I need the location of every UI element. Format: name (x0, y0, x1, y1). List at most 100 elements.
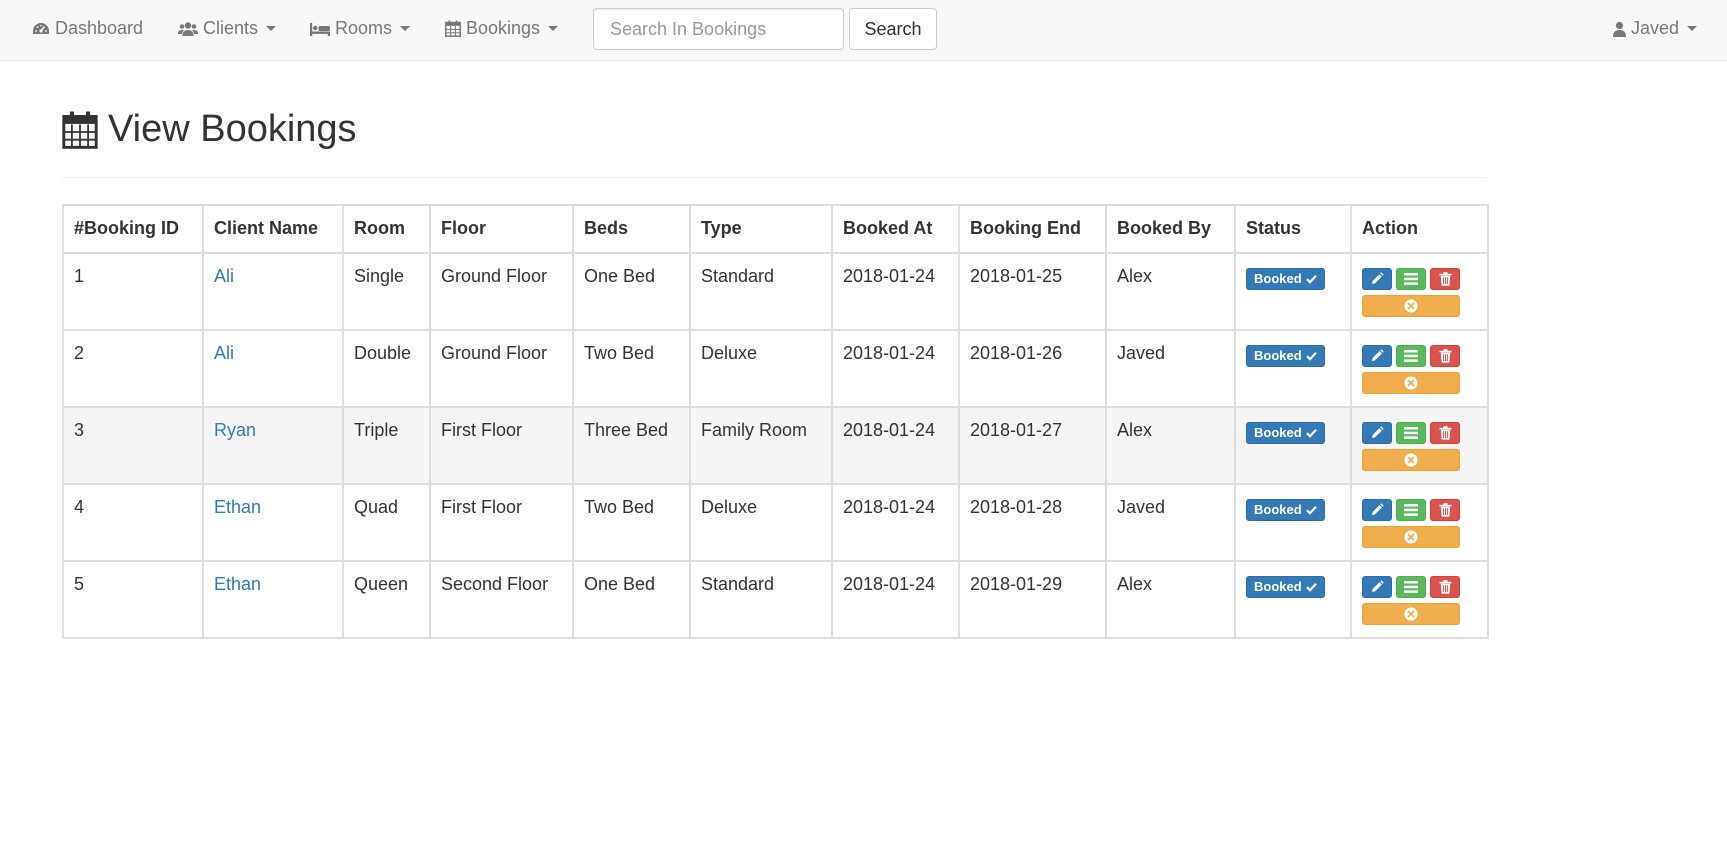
nav-dashboard-label: Dashboard (55, 18, 144, 38)
room-cell: Single (342, 252, 431, 331)
booking-details-button[interactable] (1396, 268, 1426, 290)
status-badge: Booked (1246, 576, 1325, 598)
booked-at-cell: 2018-01-24 (831, 329, 960, 408)
pencil-icon (1372, 272, 1384, 284)
status-cell: Booked (1234, 560, 1352, 639)
table-row: 5 Ethan Queen Second Floor One Bed Standard 20… (62, 560, 1489, 639)
type-cell: Deluxe (689, 483, 833, 562)
cancel-booking-button[interactable] (1362, 449, 1460, 471)
booking-id-cell: 3 (62, 406, 204, 485)
table-row: 4 Ethan Quad First Floor Two Bed Deluxe 2018-0… (62, 483, 1489, 562)
cancel-booking-button[interactable] (1362, 372, 1460, 394)
room-cell: Queen (342, 560, 431, 639)
client-name-link[interactable]: Ethan (214, 574, 261, 594)
cancel-booking-button[interactable] (1362, 603, 1460, 625)
booked-by-cell: Alex (1105, 560, 1236, 639)
delete-booking-button[interactable] (1430, 345, 1460, 367)
trash-icon (1439, 272, 1451, 286)
action-buttons-row (1362, 268, 1477, 290)
delete-booking-button[interactable] (1430, 268, 1460, 290)
table-row: 3 Ryan Triple First Floor Three Bed Family Ro… (62, 406, 1489, 485)
user-menu-label: Javed (1631, 18, 1680, 38)
check-icon (1305, 506, 1317, 515)
action-buttons-row (1362, 499, 1477, 521)
page-header: View Bookings (62, 108, 357, 151)
status-badge: Booked (1246, 345, 1325, 367)
column-header: Booking End (958, 204, 1107, 254)
booking-details-button[interactable] (1396, 422, 1426, 444)
type-cell: Standard (689, 560, 833, 639)
calendar-icon (445, 20, 461, 37)
client-name-link[interactable]: Ali (214, 343, 234, 363)
booking-end-cell: 2018-01-27 (958, 406, 1107, 485)
status-cell: Booked (1234, 252, 1352, 331)
action-cell (1350, 483, 1489, 562)
delete-booking-button[interactable] (1430, 499, 1460, 521)
booking-details-button[interactable] (1396, 576, 1426, 598)
column-header: Status (1234, 204, 1352, 254)
action-buttons (1362, 345, 1477, 394)
trash-icon (1439, 580, 1451, 594)
list-icon (1404, 504, 1418, 516)
booking-id-cell: 4 (62, 483, 204, 562)
search-button[interactable]: Search (849, 8, 937, 50)
search-input[interactable] (593, 8, 844, 50)
column-header: Booked By (1105, 204, 1236, 254)
column-header: Type (689, 204, 833, 254)
client-name-cell: Ryan (202, 406, 344, 485)
floor-cell: Ground Floor (429, 329, 574, 408)
column-header: Floor (429, 204, 574, 254)
calendar-icon (62, 111, 98, 149)
edit-booking-button[interactable] (1362, 345, 1392, 367)
check-icon (1305, 275, 1317, 284)
edit-booking-button[interactable] (1362, 576, 1392, 598)
pencil-icon (1372, 426, 1384, 438)
bookings-table-container: #Booking ID Client Name Room Floor Beds Type B… (62, 204, 1489, 639)
booking-end-cell: 2018-01-26 (958, 329, 1107, 408)
booking-end-cell: 2018-01-28 (958, 483, 1107, 562)
user-icon (1613, 21, 1626, 37)
status-label: Booked (1254, 348, 1302, 363)
trash-icon (1439, 503, 1451, 517)
cancel-booking-button[interactable] (1362, 526, 1460, 548)
client-name-link[interactable]: Ryan (214, 420, 256, 440)
edit-booking-button[interactable] (1362, 268, 1392, 290)
status-badge: Booked (1246, 268, 1325, 290)
pencil-icon (1372, 349, 1384, 361)
booked-by-cell: Javed (1105, 329, 1236, 408)
pencil-icon (1372, 503, 1384, 515)
check-icon (1305, 583, 1317, 592)
dashboard-icon (33, 22, 49, 34)
user-menu-dropdown[interactable]: Javed (1613, 0, 1698, 57)
client-name-link[interactable]: Ethan (214, 497, 261, 517)
delete-booking-button[interactable] (1430, 422, 1460, 444)
table-header-row: #Booking ID Client Name Room Floor Beds Type B… (62, 204, 1489, 254)
list-icon (1404, 581, 1418, 593)
client-name-cell: Ethan (202, 483, 344, 562)
action-buttons (1362, 268, 1477, 317)
booking-id-cell: 5 (62, 560, 204, 639)
status-cell: Booked (1234, 406, 1352, 485)
status-label: Booked (1254, 425, 1302, 440)
status-badge: Booked (1246, 422, 1325, 444)
booking-details-button[interactable] (1396, 499, 1426, 521)
check-icon (1305, 429, 1317, 438)
beds-cell: Two Bed (572, 329, 691, 408)
cancel-booking-button[interactable] (1362, 295, 1460, 317)
edit-booking-button[interactable] (1362, 499, 1392, 521)
page-title: View Bookings (108, 108, 357, 150)
nav-bookings-dropdown[interactable]: Bookings (445, 0, 559, 57)
action-cell (1350, 252, 1489, 331)
client-name-link[interactable]: Ali (214, 266, 234, 286)
nav-rooms-dropdown[interactable]: Rooms (310, 0, 411, 57)
nav-clients-dropdown[interactable]: Clients (178, 0, 277, 57)
booking-details-button[interactable] (1396, 345, 1426, 367)
delete-booking-button[interactable] (1430, 576, 1460, 598)
booking-end-cell: 2018-01-25 (958, 252, 1107, 331)
table-row: 2 Ali Double Ground Floor Two Bed Deluxe 2018-… (62, 329, 1489, 408)
nav-dashboard[interactable]: Dashboard (32, 0, 143, 57)
times-circle-icon (1404, 453, 1418, 467)
type-cell: Standard (689, 252, 833, 331)
edit-booking-button[interactable] (1362, 422, 1392, 444)
booked-at-cell: 2018-01-24 (831, 560, 960, 639)
